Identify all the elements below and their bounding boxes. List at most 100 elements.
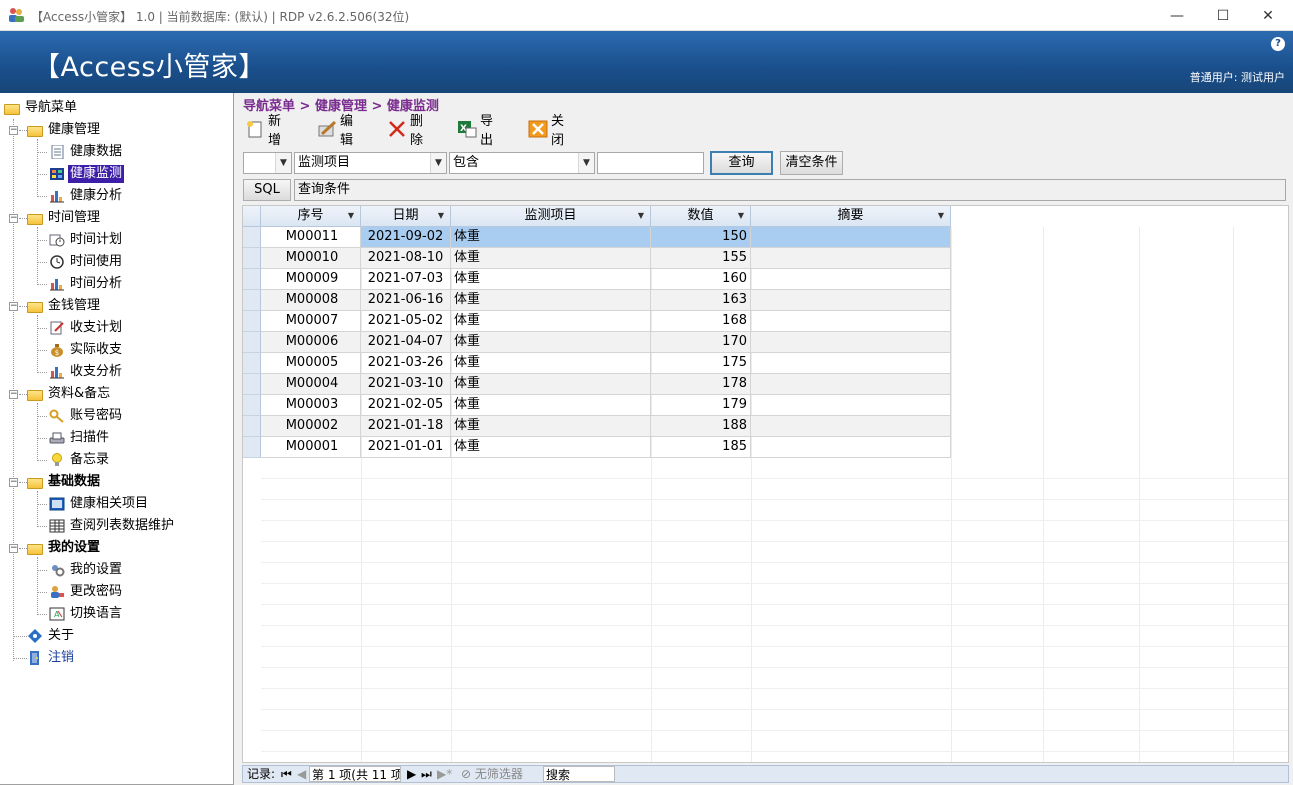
tree-item-logout[interactable]: 注销 — [27, 649, 76, 667]
tree-group-base-data[interactable]: 基础数据 — [27, 473, 102, 491]
field-select[interactable]: 监测项目 ▼ — [294, 152, 447, 174]
tree-item-memo[interactable]: 备忘录 — [49, 451, 111, 469]
table-row[interactable]: M00002 2021-01-18 体重 188 — [243, 416, 1288, 437]
cell-date[interactable]: 2021-04-07 — [361, 332, 451, 353]
cell-value[interactable]: 150 — [651, 227, 751, 248]
clear-conditions-button[interactable]: 清空条件 — [780, 151, 843, 175]
table-row[interactable]: M00001 2021-01-01 体重 185 — [243, 437, 1288, 458]
row-selector[interactable] — [243, 353, 261, 374]
cell-item[interactable]: 体重 — [451, 416, 651, 437]
cell-date[interactable]: 2021-09-02 — [361, 227, 451, 248]
tree-group-money[interactable]: 金钱管理 — [27, 297, 102, 315]
cell-id[interactable]: M00007 — [261, 311, 361, 332]
tree-item-health-items[interactable]: 健康相关项目 — [49, 495, 150, 513]
tree-item-scans[interactable]: 扫描件 — [49, 429, 111, 447]
collapse-toggle[interactable]: − — [9, 544, 18, 553]
tree-root-nav-menu[interactable]: 导航菜单 — [4, 99, 79, 117]
cell-date[interactable]: 2021-03-26 — [361, 353, 451, 374]
table-row[interactable]: M00009 2021-07-03 体重 160 — [243, 269, 1288, 290]
cell-value[interactable]: 188 — [651, 416, 751, 437]
cell-value[interactable]: 170 — [651, 332, 751, 353]
cell-item[interactable]: 体重 — [451, 332, 651, 353]
search-input[interactable]: 搜索 — [543, 766, 615, 782]
cell-id[interactable]: M00010 — [261, 248, 361, 269]
cell-value[interactable]: 179 — [651, 395, 751, 416]
table-row[interactable]: M00004 2021-03-10 体重 178 — [243, 374, 1288, 395]
cell-id[interactable]: M00009 — [261, 269, 361, 290]
filter-value-input[interactable] — [597, 152, 704, 174]
close-button[interactable]: 关闭 — [528, 114, 564, 148]
previous-record-button[interactable]: ◀ — [297, 766, 306, 782]
cell-summary[interactable] — [751, 227, 951, 248]
tree-item-budget-plan[interactable]: 收支计划 — [49, 319, 124, 337]
cell-date[interactable]: 2021-02-05 — [361, 395, 451, 416]
cell-value[interactable]: 160 — [651, 269, 751, 290]
column-header-summary[interactable]: 摘要 ▼ — [751, 206, 951, 227]
cell-summary[interactable] — [751, 248, 951, 269]
tree-item-health-monitor[interactable]: 健康监测 — [49, 164, 126, 184]
cell-summary[interactable] — [751, 395, 951, 416]
cell-date[interactable]: 2021-01-18 — [361, 416, 451, 437]
cell-id[interactable]: M00003 — [261, 395, 361, 416]
table-row[interactable]: M00007 2021-05-02 体重 168 — [243, 311, 1288, 332]
tree-group-my-settings[interactable]: 我的设置 — [27, 539, 102, 557]
tree-group-notes[interactable]: 资料&备忘 — [27, 385, 112, 403]
tree-item-settings[interactable]: 我的设置 — [49, 561, 124, 579]
tree-item-passwords[interactable]: 账号密码 — [49, 407, 124, 425]
table-row[interactable]: M00005 2021-03-26 体重 175 — [243, 353, 1288, 374]
next-record-button[interactable]: ▶ — [407, 766, 416, 782]
sql-button[interactable]: SQL — [243, 179, 291, 201]
cell-date[interactable]: 2021-07-03 — [361, 269, 451, 290]
cell-date[interactable]: 2021-01-01 — [361, 437, 451, 458]
table-row[interactable]: M00003 2021-02-05 体重 179 — [243, 395, 1288, 416]
sidebar-splitter[interactable] — [234, 93, 241, 785]
cell-id[interactable]: M00008 — [261, 290, 361, 311]
cell-value[interactable]: 163 — [651, 290, 751, 311]
row-selector[interactable] — [243, 269, 261, 290]
cell-value[interactable]: 175 — [651, 353, 751, 374]
collapse-toggle[interactable]: − — [9, 126, 18, 135]
cell-item[interactable]: 体重 — [451, 269, 651, 290]
tree-item-health-data[interactable]: 健康数据 — [49, 143, 124, 161]
cell-date[interactable]: 2021-06-16 — [361, 290, 451, 311]
tree-item-switch-language[interactable]: A 切换语言 — [49, 605, 124, 623]
last-record-button[interactable]: ⏭ — [421, 766, 432, 782]
cell-summary[interactable] — [751, 416, 951, 437]
tree-item-budget-analysis[interactable]: 收支分析 — [49, 363, 124, 381]
tree-item-time-usage[interactable]: 时间使用 — [49, 253, 124, 271]
cell-item[interactable]: 体重 — [451, 395, 651, 416]
delete-button[interactable]: 删除 — [387, 114, 423, 148]
table-row[interactable]: M00011 2021-09-02 体重 150 — [243, 227, 1288, 248]
row-selector[interactable] — [243, 437, 261, 458]
cell-date[interactable]: 2021-08-10 — [361, 248, 451, 269]
edit-button[interactable]: 编辑 — [317, 114, 353, 148]
cell-summary[interactable] — [751, 269, 951, 290]
new-button[interactable]: 新增 — [245, 114, 281, 148]
tree-item-actual-budget[interactable]: $ 实际收支 — [49, 341, 124, 359]
column-header-id[interactable]: 序号 ▼ — [261, 206, 361, 227]
column-header-item[interactable]: 监测项目 ▼ — [451, 206, 651, 227]
row-selector[interactable] — [243, 311, 261, 332]
tree-item-change-password[interactable]: 更改密码 — [49, 583, 124, 601]
cell-id[interactable]: M00002 — [261, 416, 361, 437]
cell-id[interactable]: M00001 — [261, 437, 361, 458]
first-record-button[interactable]: ⏮ — [281, 766, 292, 782]
tree-item-lookup-lists[interactable]: 查阅列表数据维护 — [49, 517, 176, 535]
minimize-button[interactable]: — — [1154, 0, 1200, 31]
table-row[interactable]: M00008 2021-06-16 体重 163 — [243, 290, 1288, 311]
row-selector[interactable] — [243, 227, 261, 248]
collapse-toggle[interactable]: − — [9, 390, 18, 399]
row-selector[interactable] — [243, 332, 261, 353]
cell-id[interactable]: M00005 — [261, 353, 361, 374]
cell-item[interactable]: 体重 — [451, 353, 651, 374]
row-selector[interactable] — [243, 248, 261, 269]
select-all-corner[interactable] — [243, 206, 261, 227]
operator-select[interactable]: 包含 ▼ — [449, 152, 595, 174]
cell-summary[interactable] — [751, 374, 951, 395]
row-selector[interactable] — [243, 374, 261, 395]
cell-summary[interactable] — [751, 311, 951, 332]
tree-group-time[interactable]: 时间管理 — [27, 209, 102, 227]
cell-item[interactable]: 体重 — [451, 227, 651, 248]
table-row[interactable]: M00010 2021-08-10 体重 155 — [243, 248, 1288, 269]
tree-item-health-analysis[interactable]: 健康分析 — [49, 187, 124, 205]
